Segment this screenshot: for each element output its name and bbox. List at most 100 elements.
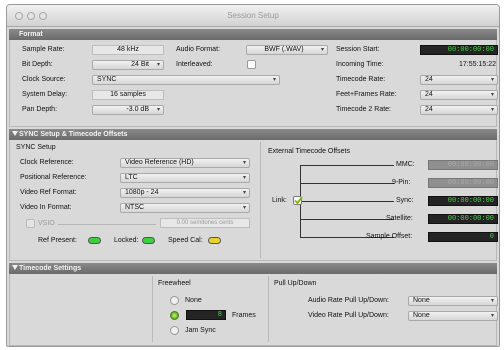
video-in-format-dropdown[interactable]: NTSC ▾ — [120, 203, 250, 213]
title-bar: Session Setup — [7, 5, 499, 27]
freewheel-divider-left — [152, 276, 153, 342]
nine-pin-offset-field[interactable]: 00:00:00:00 — [428, 178, 498, 188]
sync-setup-header[interactable]: SYNC Setup & Timecode Offsets — [9, 129, 497, 140]
incoming-time-label: Incoming Time: — [336, 61, 384, 68]
vsio-label: VSIO — [38, 220, 55, 227]
video-rate-pull-label: Video Rate Pull Up/Down: — [308, 312, 389, 319]
interleaved-label: Interleaved: — [176, 61, 213, 68]
system-delay-label: System Delay: — [22, 91, 68, 98]
timecode-rate-value: 24 — [425, 76, 433, 83]
mmc-label: MMC: — [396, 161, 415, 168]
format-header[interactable]: Format — [9, 29, 497, 40]
timecode-settings-header[interactable]: Timecode Settings — [9, 263, 497, 274]
dropdown-arrow-icon: ▾ — [242, 205, 246, 211]
vsio-slider-track[interactable] — [58, 224, 156, 225]
sample-rate-label: Sample Rate: — [22, 46, 65, 53]
dropdown-arrow-icon: ▾ — [490, 313, 494, 319]
vsio-checkbox[interactable] — [26, 219, 35, 228]
audio-rate-pull-value: None — [413, 297, 430, 304]
freewheel-frames-radio[interactable] — [170, 311, 179, 320]
pan-depth-dropdown[interactable]: -3.0 dB ▾ — [92, 105, 164, 115]
dropdown-arrow-icon: ▾ — [490, 107, 494, 113]
positional-reference-label: Positional Reference: — [20, 174, 87, 181]
timecode2-rate-label: Timecode 2 Rate: — [336, 106, 391, 113]
audio-rate-pull-label: Audio Rate Pull Up/Down: — [308, 297, 389, 304]
freewheel-none-label: None — [185, 297, 202, 304]
freewheel-none-radio[interactable] — [170, 296, 179, 305]
bit-depth-dropdown[interactable]: 24 Bit ▾ — [92, 60, 164, 70]
vsio-field: 0.00 semitones cents — [160, 218, 250, 228]
sample-offset-label: Sample Offset: — [366, 233, 413, 240]
feet-frames-rate-dropdown[interactable]: 24 ▾ — [420, 90, 498, 100]
speed-cal-label: Speed Cal: — [168, 237, 203, 244]
bit-depth-value: 24 Bit — [131, 61, 149, 68]
feet-frames-rate-value: 24 — [425, 91, 433, 98]
timecode-rate-dropdown[interactable]: 24 ▾ — [420, 75, 498, 85]
audio-format-label: Audio Format: — [176, 46, 220, 53]
video-ref-format-label: Video Ref Format: — [20, 189, 77, 196]
clock-source-dropdown[interactable]: SYNC ▾ — [92, 75, 280, 85]
link-line-satellite — [300, 219, 394, 220]
timecode2-rate-value: 24 — [425, 106, 433, 113]
disclosure-triangle-icon — [12, 265, 18, 270]
freewheel-frames-field[interactable]: 8 — [186, 310, 226, 320]
audio-rate-pull-dropdown[interactable]: None ▾ — [408, 296, 498, 306]
incoming-time-value: 17:55:15:22 — [459, 61, 496, 68]
dropdown-arrow-icon: ▾ — [156, 62, 160, 68]
positional-reference-dropdown[interactable]: LTC ▾ — [120, 173, 250, 183]
external-timecode-offsets-title: External Timecode Offsets — [268, 148, 350, 155]
link-line-mmc — [300, 165, 394, 166]
pull-up-down-title: Pull Up/Down — [274, 280, 317, 287]
session-setup-window: Session Setup Format Sample Rate: 48 kHz… — [6, 4, 500, 347]
sample-offset-field[interactable]: 0 — [428, 232, 498, 242]
link-checkbox[interactable] — [293, 196, 303, 205]
link-line-sync — [300, 201, 394, 202]
timecode2-rate-dropdown[interactable]: 24 ▾ — [420, 105, 498, 115]
format-section: Sample Rate: 48 kHz Bit Depth: 24 Bit ▾ C… — [9, 40, 498, 127]
locked-label: Locked: — [114, 237, 139, 244]
session-start-field[interactable]: 00:00:00:00 — [420, 45, 498, 55]
locked-led-icon — [142, 237, 155, 244]
pan-depth-label: Pan Depth: — [22, 106, 58, 113]
video-ref-format-value: 1080p - 24 — [125, 189, 159, 196]
clock-source-value: SYNC — [97, 76, 117, 83]
audio-format-value: BWF (.WAV) — [264, 46, 304, 53]
clock-reference-value: Video Reference (HD) — [125, 159, 194, 166]
positional-reference-value: LTC — [125, 174, 138, 181]
dropdown-arrow-icon: ▾ — [490, 77, 494, 83]
freewheel-divider-right — [268, 276, 269, 342]
dropdown-arrow-icon: ▾ — [242, 160, 246, 166]
checkmark-icon — [294, 196, 303, 205]
dropdown-arrow-icon: ▾ — [490, 92, 494, 98]
dropdown-arrow-icon: ▾ — [242, 190, 246, 196]
freewheel-frames-label: Frames — [232, 312, 256, 319]
section-divider — [260, 142, 261, 258]
clock-source-label: Clock Source: — [22, 76, 66, 83]
interleaved-checkbox[interactable] — [247, 60, 256, 69]
sync-setup-section: SYNC Setup Clock Reference: Video Refere… — [9, 140, 498, 261]
jam-sync-label: Jam Sync — [185, 327, 216, 334]
video-ref-format-dropdown[interactable]: 1080p - 24 ▾ — [120, 188, 250, 198]
video-rate-pull-dropdown[interactable]: None ▾ — [408, 311, 498, 321]
audio-format-dropdown[interactable]: BWF (.WAV) ▾ — [246, 45, 328, 55]
clock-reference-label: Clock Reference: — [20, 159, 74, 166]
window-title: Session Setup — [227, 11, 279, 20]
sync-offset-label: Sync: — [396, 197, 414, 204]
session-start-label: Session Start: — [336, 46, 380, 53]
video-in-format-value: NTSC — [125, 204, 145, 211]
pan-depth-value: -3.0 dB — [126, 106, 149, 113]
dropdown-arrow-icon: ▾ — [490, 298, 494, 304]
clock-reference-dropdown[interactable]: Video Reference (HD) ▾ — [120, 158, 250, 168]
video-rate-pull-value: None — [413, 312, 430, 319]
mmc-offset-field[interactable]: 00:00:00:00 — [428, 160, 498, 170]
system-delay-field: 16 samples — [92, 90, 164, 100]
timecode-settings-section: Freewheel None 8 Frames Jam Sync Pull Up… — [9, 274, 498, 346]
sync-offset-field[interactable]: 00:00:00:00 — [428, 196, 498, 206]
speed-cal-led-icon — [208, 237, 221, 244]
jam-sync-radio[interactable] — [170, 326, 179, 335]
timecode-rate-label: Timecode Rate: — [336, 76, 386, 83]
satellite-offset-field[interactable]: 00:00:00:00 — [428, 214, 498, 224]
sample-rate-field: 48 kHz — [92, 45, 164, 55]
satellite-label: Satellite: — [386, 215, 413, 222]
link-label: Link: — [272, 197, 287, 204]
